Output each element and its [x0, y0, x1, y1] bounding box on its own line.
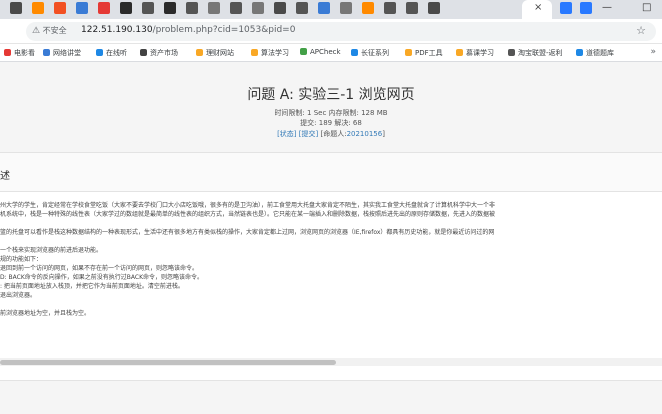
- scrollbar-thumb[interactable]: [0, 360, 336, 365]
- bookmark-item[interactable]: 理财网站: [196, 48, 234, 58]
- bookmark-favicon-icon: [196, 49, 203, 56]
- description-line: 篮的托盘可以看作是栈这种数据结构的一种表现形式，生活中还有很多地方有类似栈的操作…: [0, 229, 495, 236]
- bookmark-item[interactable]: 在线听: [96, 48, 127, 58]
- insecure-indicator[interactable]: ⚠ 不安全: [32, 25, 67, 36]
- bookmarks-more-icon[interactable]: »: [650, 47, 656, 57]
- submit-link[interactable]: [提交]: [299, 130, 318, 138]
- tab-favicon-icon[interactable]: [230, 2, 242, 14]
- description-line: 机系统中，栈是一种特殊的线性表（大家学过的数组就是最简单的线性表的组织方式，当然…: [0, 211, 496, 218]
- bookmark-item[interactable]: 算法学习: [251, 48, 289, 58]
- tab-favicon-icon[interactable]: [560, 2, 572, 14]
- problem-links: [状态] [提交] [命题人:20210156]: [0, 129, 662, 139]
- url-text[interactable]: 122.51.190.130/problem.php?cid=1053&pid=…: [81, 25, 295, 35]
- address-bar[interactable]: ⚠ 不安全 122.51.190.130/problem.php?cid=105…: [26, 22, 656, 41]
- description-line: 前浏览器地址为空，并且栈为空。: [0, 310, 91, 317]
- description-line: 州大学的学生，肯定经常在学校食堂吃饭（大家不要去学校门口大小店吃饭哦，很多有的是…: [0, 202, 496, 209]
- problem-header: 问题 A: 实验三-1 浏览网页 时间限制: 1 Sec 内存限制: 128 M…: [0, 62, 662, 152]
- tab-strip: × — □: [0, 0, 662, 19]
- description-line: 退出浏览器。: [0, 292, 37, 299]
- tab-favicon-icon[interactable]: [54, 2, 66, 14]
- bookmark-label: APCheck: [310, 48, 341, 56]
- page-content: 问题 A: 实验三-1 浏览网页 时间限制: 1 Sec 内存限制: 128 M…: [0, 62, 662, 414]
- bookmark-item[interactable]: 网络讲堂: [43, 48, 81, 58]
- tab-favicon-icon[interactable]: [32, 2, 44, 14]
- bookmark-item[interactable]: 淘宝联盟-返利: [508, 48, 563, 58]
- bookmark-favicon-icon: [508, 49, 515, 56]
- tab-favicon-icon[interactable]: [76, 2, 88, 14]
- tab-favicon-icon[interactable]: [318, 2, 330, 14]
- bookmark-label: 资产市场: [150, 49, 178, 57]
- bookmark-label: 道德题库: [586, 49, 614, 57]
- bookmark-item[interactable]: 资产市场: [140, 48, 178, 58]
- page-title: 问题 A: 实验三-1 浏览网页: [247, 87, 415, 103]
- bookmark-label: 理财网站: [206, 49, 234, 57]
- tab-favicon-icon[interactable]: [98, 2, 110, 14]
- tab-favicon-icon[interactable]: [10, 2, 22, 14]
- bookmark-favicon-icon: [576, 49, 583, 56]
- bookmark-item[interactable]: 道德题库: [576, 48, 614, 58]
- tab-favicon-icon[interactable]: [208, 2, 220, 14]
- bookmark-favicon-icon: [96, 49, 103, 56]
- description-line: 退回到前一个访问的网页，如果不存在前一个访问的网页，则忽略该命令。: [0, 265, 199, 272]
- description-line: : 把当前页面地址放入栈顶，并把它作为当前页面地址。清空前进栈。: [0, 283, 184, 290]
- bookmark-favicon-icon: [300, 48, 307, 55]
- bookmark-label: 长征系列: [361, 49, 389, 57]
- tab-favicon-icon[interactable]: [120, 2, 132, 14]
- bookmark-label: 电影看: [14, 49, 35, 57]
- bookmark-label: 慕课学习: [466, 49, 494, 57]
- bookmark-item[interactable]: PDF工具: [405, 48, 443, 58]
- bookmark-label: PDF工具: [415, 49, 443, 57]
- tab-favicon-icon[interactable]: [362, 2, 374, 14]
- tab-favicon-icon[interactable]: [164, 2, 176, 14]
- warning-icon: ⚠: [32, 26, 41, 36]
- url-path: /problem.php?cid=1053&pid=0: [152, 25, 296, 35]
- maximize-icon[interactable]: □: [642, 2, 651, 13]
- tab-favicon-icon[interactable]: [406, 2, 418, 14]
- bookmark-label: 算法学习: [261, 49, 289, 57]
- tab-favicon-icon[interactable]: [340, 2, 352, 14]
- description-header: 述: [0, 152, 662, 192]
- minimize-icon[interactable]: —: [602, 2, 612, 13]
- insecure-label: 不安全: [42, 26, 67, 35]
- problem-stats: 提交: 189 解决: 68: [300, 119, 362, 127]
- bookmark-item[interactable]: APCheck: [300, 48, 341, 56]
- bookmark-label: 在线听: [106, 49, 127, 57]
- bookmark-favicon-icon: [351, 49, 358, 56]
- tab-favicon-icon[interactable]: [186, 2, 198, 14]
- bookmarks-bar: » 电影看 网络讲堂 在线听 资产市场 理财网站 算法学习 APCheck 长征系列 PDF工具…: [0, 45, 662, 62]
- bookmark-item[interactable]: 慕课学习: [456, 48, 494, 58]
- author-prefix: [命题人:: [320, 130, 347, 138]
- bookmark-label: 淘宝联盟-返利: [518, 49, 563, 57]
- tab-favicon-icon[interactable]: [580, 2, 592, 14]
- bookmark-favicon-icon: [140, 49, 147, 56]
- bookmark-item[interactable]: 电影看: [4, 48, 35, 58]
- bookmark-favicon-icon: [4, 49, 11, 56]
- bookmark-favicon-icon: [456, 49, 463, 56]
- problem-limits: 时间限制: 1 Sec 内存限制: 128 MB: [274, 109, 388, 117]
- status-link[interactable]: [状态]: [277, 130, 296, 138]
- next-section: [0, 380, 662, 414]
- bookmark-favicon-icon: [43, 49, 50, 56]
- tab-favicon-icon[interactable]: [252, 2, 264, 14]
- bookmark-label: 网络讲堂: [53, 49, 81, 57]
- url-host: 122.51.190.130: [81, 25, 153, 35]
- author-link[interactable]: 20210156: [347, 130, 383, 138]
- description-line: 规的功能如下：: [0, 256, 43, 263]
- tab-favicon-icon[interactable]: [274, 2, 286, 14]
- description-line: 一个栈来实现浏览器的前进后退功能。: [0, 247, 103, 254]
- bookmark-star-icon[interactable]: ☆: [636, 24, 646, 37]
- tab-favicon-icon[interactable]: [428, 2, 440, 14]
- browser-toolbar: ⚠ 不安全 122.51.190.130/problem.php?cid=105…: [0, 19, 662, 44]
- author-suffix: ]: [382, 130, 385, 138]
- tab-favicon-icon[interactable]: [142, 2, 154, 14]
- tab-favicon-icon[interactable]: [384, 2, 396, 14]
- bookmark-favicon-icon: [405, 49, 412, 56]
- description-line: D: BACK命令的反向操作，如果之前没有执行过BACK命令，则忽略该命令。: [0, 274, 204, 281]
- bookmark-favicon-icon: [251, 49, 258, 56]
- section-title: 述: [0, 171, 10, 182]
- tab-favicon-icon[interactable]: [296, 2, 308, 14]
- bookmark-item[interactable]: 长征系列: [351, 48, 389, 58]
- close-tab-icon[interactable]: ×: [534, 2, 542, 13]
